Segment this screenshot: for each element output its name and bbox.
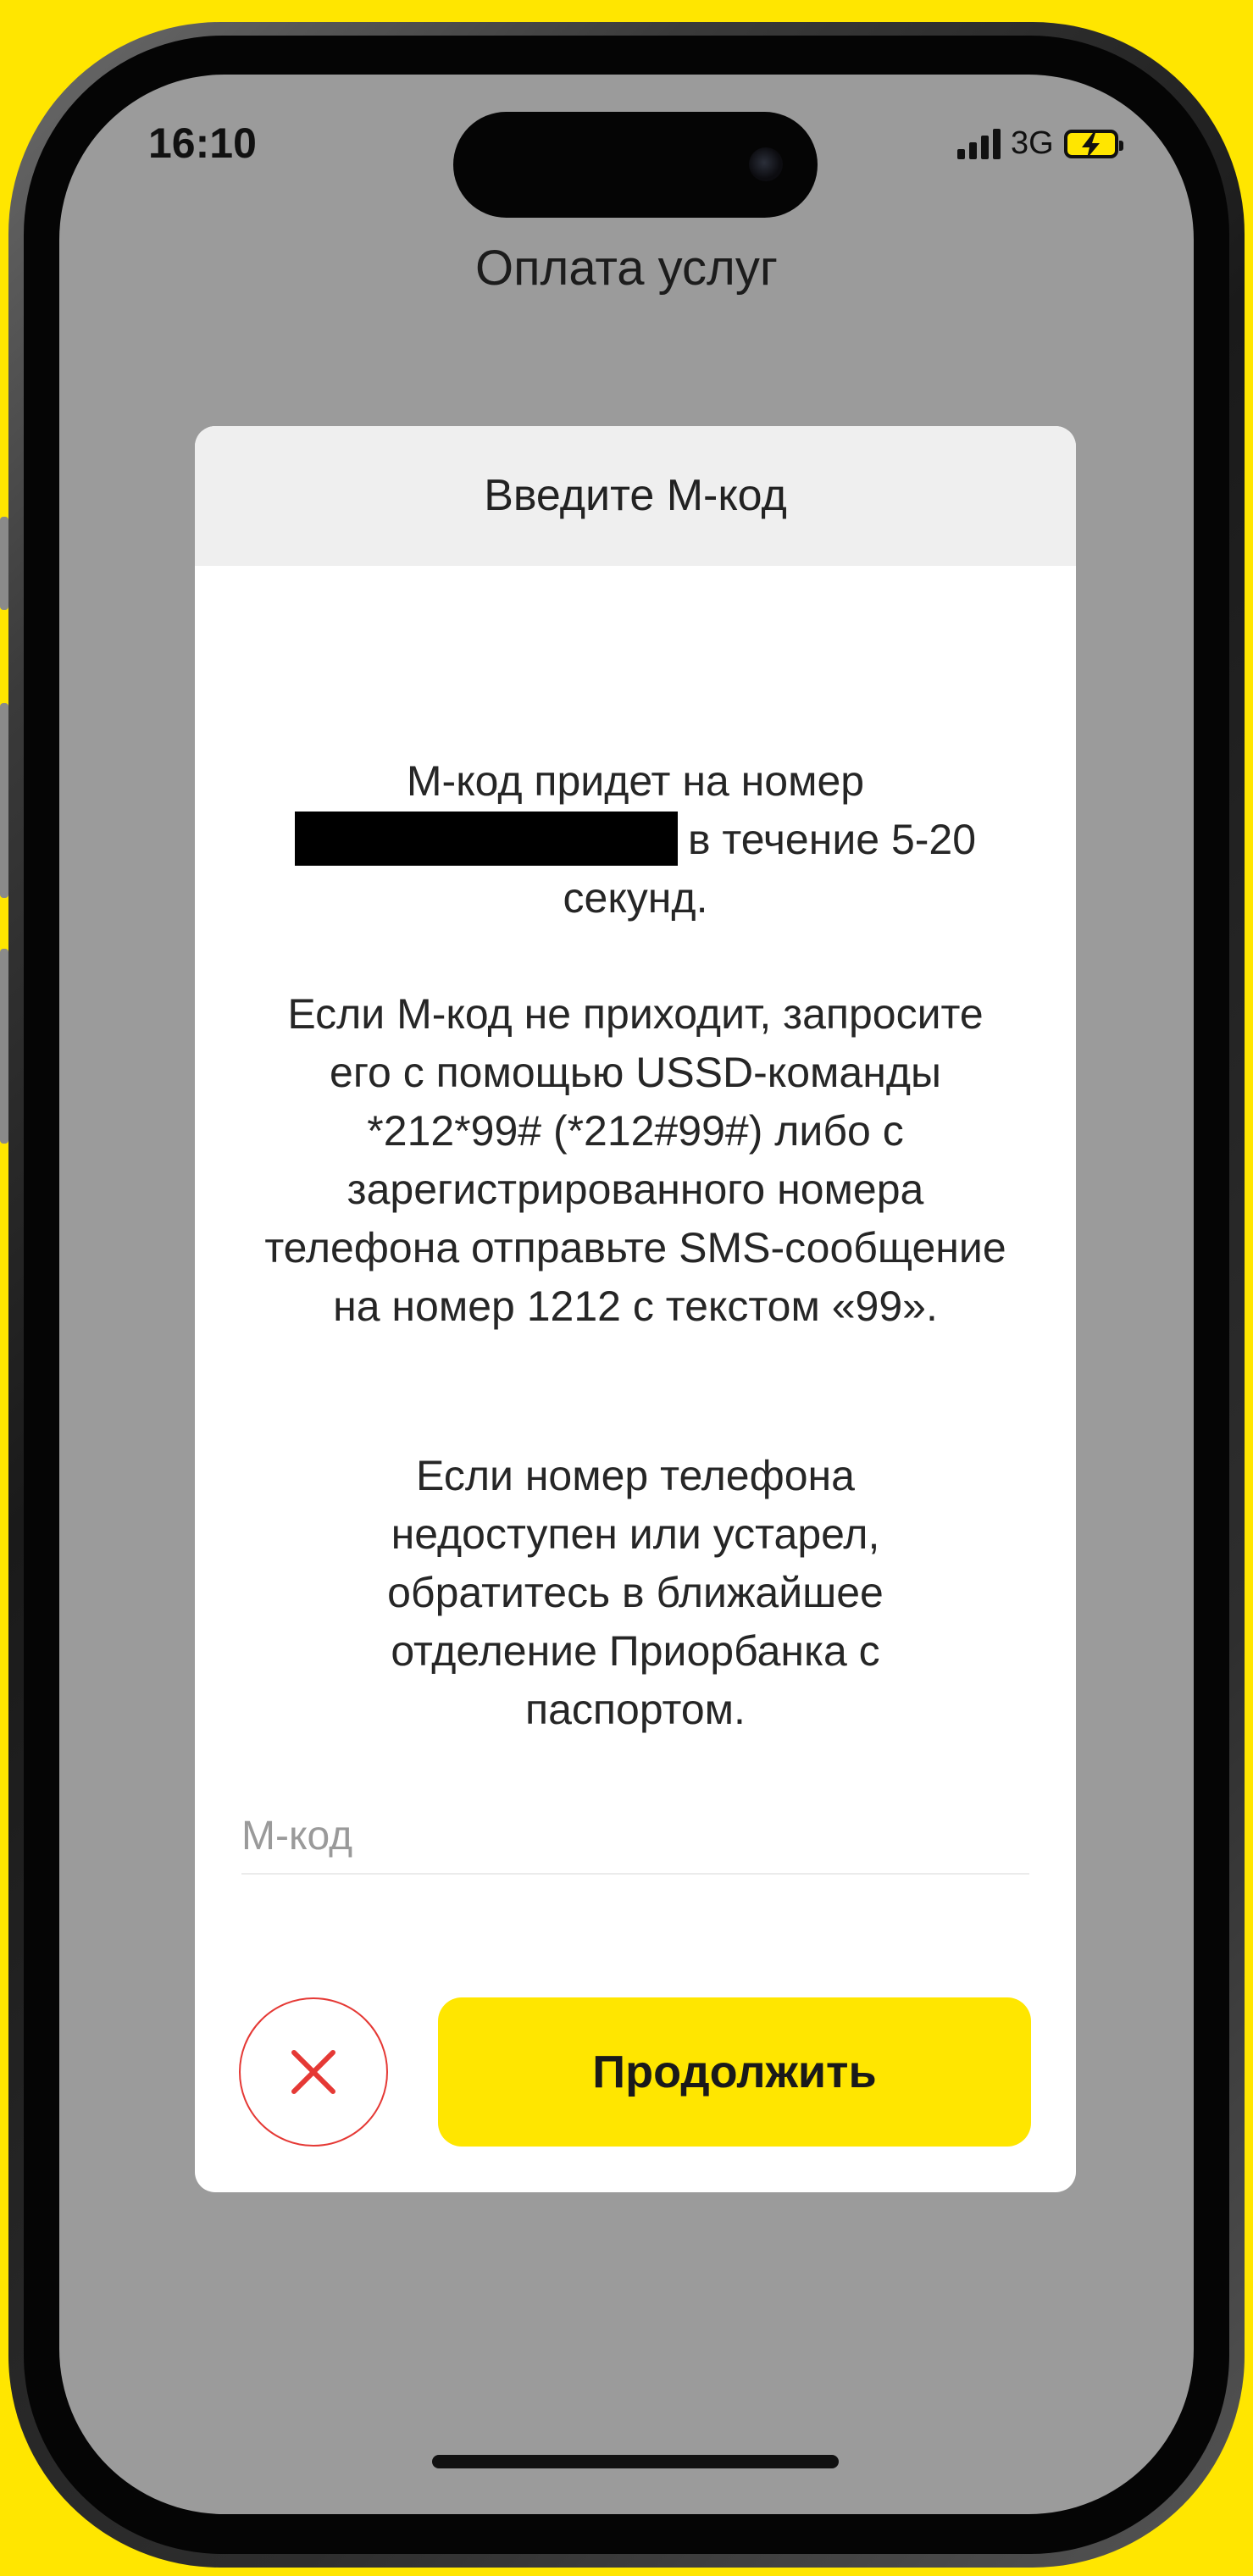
battery-charging-icon <box>1063 129 1123 158</box>
message-line-2-text: в течение 5-20 <box>687 816 977 863</box>
action-button <box>0 517 8 610</box>
cancel-button[interactable] <box>239 1997 388 2147</box>
signal-bars-icon <box>957 128 1001 159</box>
mcode-dialog: Введите М-код М-код придет на номер в те… <box>195 426 1076 2192</box>
network-type: 3G <box>1011 125 1054 161</box>
message-line-3: секунд. <box>563 874 708 922</box>
bank-branch-note: Если номер телефона недоступен или устар… <box>387 1452 884 1733</box>
camera-icon <box>749 147 783 181</box>
ussd-instructions: Если М-код не приходит, запросите его с … <box>264 990 1006 1330</box>
close-icon <box>291 2050 335 2094</box>
mcode-input[interactable] <box>241 1798 1029 1875</box>
home-indicator[interactable] <box>432 2455 839 2468</box>
phone-screen: 16:10 3G Оплата услуг Введите М-код М-ко… <box>59 75 1194 2514</box>
message-line-2: в течение 5-20 <box>254 811 1017 869</box>
sms-delivery-message: М-код придет на номер в течение 5-20 сек… <box>254 752 1017 928</box>
status-time: 16:10 <box>148 119 257 167</box>
dynamic-island <box>453 112 818 218</box>
page-title: Оплата услуг <box>475 241 778 296</box>
volume-down-button <box>0 949 8 1144</box>
volume-up-button <box>0 703 8 898</box>
dialog-title: Введите М-код <box>195 426 1076 566</box>
redacted-phone-number <box>294 812 678 866</box>
message-line-1: М-код придет на номер <box>406 757 865 805</box>
continue-button[interactable]: Продолжить <box>438 1997 1031 2147</box>
status-indicators: 3G <box>957 125 1123 162</box>
